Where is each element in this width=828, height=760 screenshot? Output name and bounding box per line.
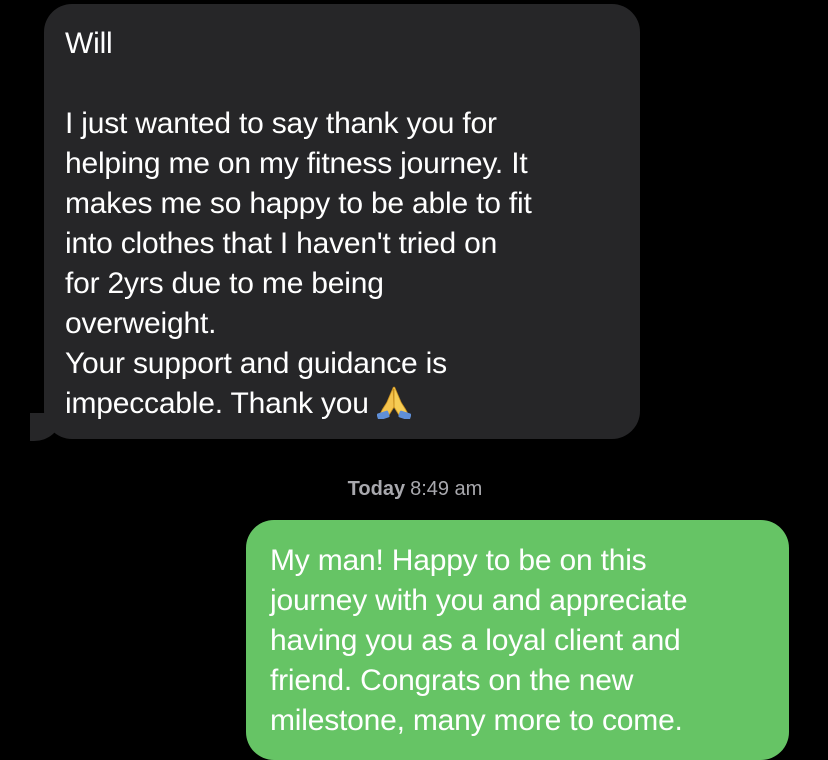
message-line: My man! Happy to be on this: [270, 544, 647, 577]
message-line: helping me on my fitness journey. It: [65, 147, 528, 180]
timestamp-day: Today: [347, 478, 406, 500]
message-line: makes me so happy to be able to fit: [65, 187, 532, 220]
message-line: for 2yrs due to me being: [65, 267, 384, 300]
message-line: overweight.: [65, 307, 217, 340]
message-line: I just wanted to say thank you for: [65, 107, 497, 140]
received-message-bubble[interactable]: Will I just wanted to say thank you for …: [12, 4, 640, 441]
message-last-line: impeccable. Thank you: [65, 384, 618, 424]
message-sender-line: Will: [65, 27, 113, 60]
message-line: milestone, many more to come.: [270, 704, 683, 737]
message-line: having you as a loyal client and: [270, 624, 681, 657]
timestamp-time: 8:49 am: [410, 478, 483, 500]
message-line: friend. Congrats on the new: [270, 664, 634, 697]
sent-message-bubble[interactable]: My man! Happy to be on this journey with…: [246, 520, 789, 760]
received-bubble-tail: [30, 413, 60, 441]
message-line: journey with you and appreciate: [270, 584, 688, 617]
message-line: into clothes that I haven't tried on: [65, 227, 498, 260]
message-line-text: impeccable. Thank you: [65, 387, 369, 420]
message-timestamp: Today 8:49 am: [0, 476, 828, 502]
message-line: Your support and guidance is: [65, 347, 447, 380]
folded-hands-icon: [376, 386, 411, 419]
